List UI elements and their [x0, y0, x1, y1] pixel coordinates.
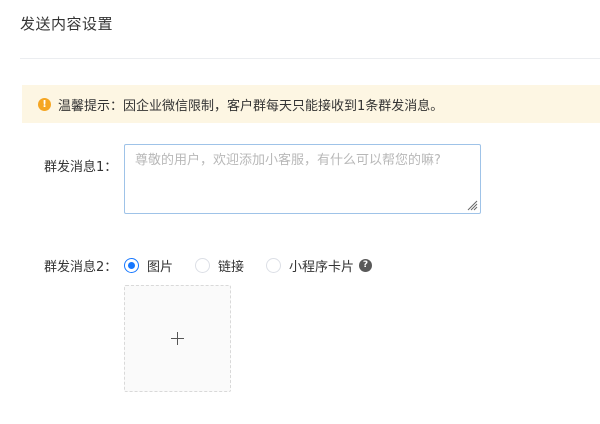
message2-type-radio-group: 图片 链接 小程序卡片 ?: [124, 256, 373, 275]
help-icon[interactable]: ?: [359, 259, 373, 272]
page-title: 发送内容设置: [20, 15, 114, 33]
notice-text: 温馨提示：因企业微信限制，客户群每天只能接收到1条群发消息。: [58, 98, 444, 114]
message1-textarea-wrapper: [124, 144, 481, 214]
radio-option-image[interactable]: 图片: [124, 256, 173, 275]
message1-label: 群发消息1：: [44, 160, 118, 175]
radio-checked-icon[interactable]: [124, 258, 139, 273]
message2-label: 群发消息2：: [44, 260, 118, 275]
radio-option-link[interactable]: 链接: [195, 256, 244, 275]
warning-icon: !: [38, 97, 51, 111]
resize-handle-icon[interactable]: [466, 199, 478, 211]
title-divider: [20, 58, 600, 59]
radio-option-miniprogram[interactable]: 小程序卡片 ?: [266, 256, 373, 275]
image-upload-button[interactable]: [124, 285, 231, 392]
radio-unchecked-icon[interactable]: [195, 258, 211, 273]
message1-textarea[interactable]: [125, 145, 480, 213]
send-content-settings-page: 发送内容设置 ! 温馨提示：因企业微信限制，客户群每天只能接收到1条群发消息。 …: [0, 0, 600, 424]
radio-label-link: 链接: [218, 260, 245, 275]
notice-banner: ! 温馨提示：因企业微信限制，客户群每天只能接收到1条群发消息。: [22, 85, 600, 123]
plus-icon: [170, 331, 185, 346]
radio-label-image: 图片: [147, 260, 174, 275]
radio-label-miniprogram: 小程序卡片: [289, 260, 355, 275]
radio-unchecked-icon[interactable]: [266, 258, 282, 273]
